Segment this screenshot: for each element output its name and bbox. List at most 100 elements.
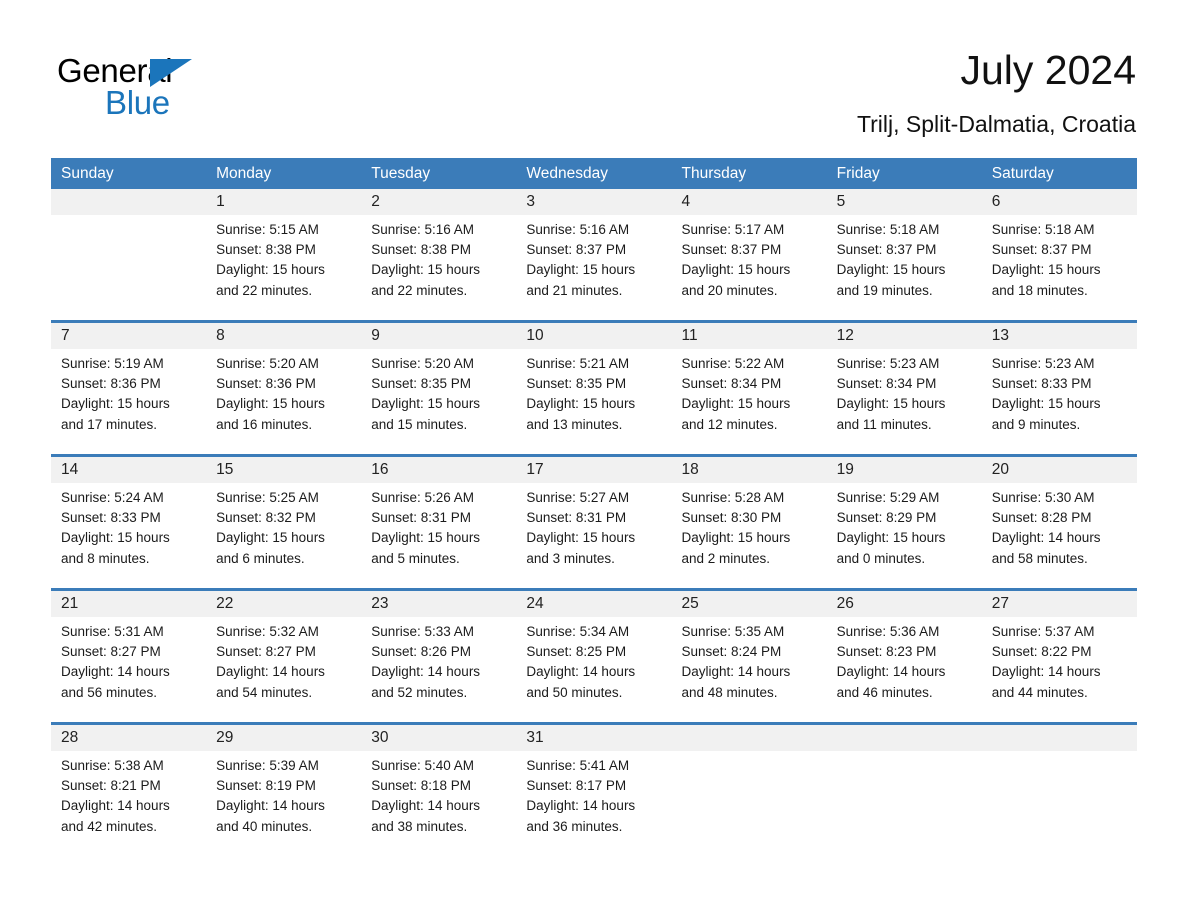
calendar-day-cell[interactable]: 19 Sunrise: 5:29 AM Sunset: 8:29 PM Dayligh…	[826, 457, 982, 588]
day-detail-daylight-l1: Daylight: 15 hours	[526, 396, 636, 412]
weekday-header-saturday: Saturday	[991, 165, 1054, 182]
day-detail-sunset: Sunset: 8:24 PM	[681, 644, 782, 660]
day-detail-sunset: Sunset: 8:37 PM	[526, 242, 627, 258]
calendar-day-cell[interactable]: 18 Sunrise: 5:28 AM Sunset: 8:30 PM Dayligh…	[671, 457, 827, 588]
day-detail-daylight-l2: and 58 minutes.	[991, 550, 1088, 566]
day-details: Sunrise: 5:18 AM Sunset: 8:37 PM Daylight:…	[982, 215, 1137, 301]
general-blue-logo: General Blue	[57, 53, 257, 125]
day-detail-daylight-l1: Daylight: 15 hours	[371, 262, 481, 278]
day-detail-daylight-l1: Daylight: 15 hours	[526, 262, 636, 278]
calendar-day-cell[interactable]: 17 Sunrise: 5:27 AM Sunset: 8:31 PM Dayligh…	[516, 457, 672, 588]
calendar-week-row: 7 Sunrise: 5:19 AM Sunset: 8:36 PM Daylight…	[51, 320, 1137, 454]
calendar-day-cell[interactable]: 29 Sunrise: 5:39 AM Sunset: 8:19 PM Dayligh…	[206, 725, 362, 856]
day-detail-daylight-l2: and 9 minutes.	[991, 416, 1081, 432]
day-detail-daylight-l2: and 13 minutes.	[526, 416, 623, 432]
calendar-day-cell[interactable]: 30 Sunrise: 5:40 AM Sunset: 8:18 PM Dayligh…	[361, 725, 517, 856]
day-detail-sunset: Sunset: 8:33 PM	[991, 376, 1092, 392]
day-detail-sunrise: Sunrise: 5:18 AM	[991, 222, 1095, 237]
calendar-page: General Blue July 2024 Trilj, Split-Dalm…	[0, 0, 1188, 918]
calendar-day-cell[interactable]: 26 Sunrise: 5:36 AM Sunset: 8:23 PM Dayligh…	[826, 591, 982, 722]
calendar-day-cell[interactable]: 24 Sunrise: 5:34 AM Sunset: 8:25 PM Dayligh…	[516, 591, 672, 722]
calendar-day-cell[interactable]: 8 Sunrise: 5:20 AM Sunset: 8:36 PM Daylight…	[206, 323, 362, 454]
day-detail-sunrise: Sunrise: 5:16 AM	[526, 222, 630, 237]
day-number: 6	[981, 189, 1137, 215]
day-detail-sunrise: Sunrise: 5:32 AM	[216, 624, 319, 639]
day-detail-daylight-l2: and 16 minutes.	[216, 416, 313, 432]
day-detail-sunrise: Sunrise: 5:17 AM	[681, 222, 785, 237]
calendar-day-cell[interactable]: 10 Sunrise: 5:21 AM Sunset: 8:35 PM Dayligh…	[516, 323, 672, 454]
day-details: Sunrise: 5:30 AM Sunset: 8:28 PM Daylight:…	[982, 483, 1137, 569]
calendar-day-cell[interactable]: 25 Sunrise: 5:35 AM Sunset: 8:24 PM Dayligh…	[671, 591, 827, 722]
calendar-day-cell[interactable]: 7 Sunrise: 5:19 AM Sunset: 8:36 PM Daylight…	[51, 323, 207, 454]
day-detail-sunset: Sunset: 8:33 PM	[61, 510, 161, 526]
calendar-day-cell[interactable]: 16 Sunrise: 5:26 AM Sunset: 8:31 PM Dayligh…	[361, 457, 517, 588]
calendar-day-cell[interactable]: 14 Sunrise: 5:24 AM Sunset: 8:33 PM Dayligh…	[51, 457, 207, 588]
day-detail-sunrise: Sunrise: 5:33 AM	[371, 624, 475, 639]
day-details: Sunrise: 5:16 AM Sunset: 8:37 PM Daylight:…	[516, 215, 671, 301]
day-detail-daylight-l2: and 2 minutes.	[681, 550, 771, 566]
day-detail-daylight-l1: Daylight: 15 hours	[216, 396, 325, 412]
calendar-day-cell[interactable]: 11 Sunrise: 5:22 AM Sunset: 8:34 PM Dayligh…	[671, 323, 827, 454]
day-detail-sunset: Sunset: 8:23 PM	[836, 644, 937, 660]
day-number: 8	[206, 323, 362, 349]
day-details: Sunrise: 5:35 AM Sunset: 8:24 PM Daylight:…	[672, 617, 827, 703]
day-number: 4	[671, 189, 827, 215]
calendar-day-cell[interactable]: 1 Sunrise: 5:15 AM Sunset: 8:38 PM Daylight…	[206, 189, 362, 320]
calendar-day-cell[interactable]: 21 Sunrise: 5:31 AM Sunset: 8:27 PM Dayligh…	[51, 591, 207, 722]
logo-text-blue: Blue	[105, 84, 170, 121]
calendar-day-cell[interactable]: 28 Sunrise: 5:38 AM Sunset: 8:21 PM Dayligh…	[51, 725, 207, 856]
day-detail-daylight-l1: Daylight: 15 hours	[526, 530, 636, 546]
day-details: Sunrise: 5:23 AM Sunset: 8:34 PM Daylight:…	[827, 349, 982, 435]
calendar-day-cell-empty	[826, 725, 982, 856]
day-number: 26	[826, 591, 982, 617]
day-number: 21	[51, 591, 207, 617]
calendar-day-cell[interactable]: 27 Sunrise: 5:37 AM Sunset: 8:22 PM Dayligh…	[981, 591, 1137, 722]
calendar-day-cell[interactable]: 31 Sunrise: 5:41 AM Sunset: 8:17 PM Dayligh…	[516, 725, 672, 856]
day-details: Sunrise: 5:21 AM Sunset: 8:35 PM Daylight:…	[516, 349, 671, 435]
day-details: Sunrise: 5:39 AM Sunset: 8:19 PM Daylight:…	[206, 751, 361, 837]
calendar-week-cells: 1 Sunrise: 5:15 AM Sunset: 8:38 PM Daylight…	[51, 189, 1137, 320]
calendar-day-cell[interactable]: 15 Sunrise: 5:25 AM Sunset: 8:32 PM Dayligh…	[206, 457, 362, 588]
calendar-day-cell[interactable]: 2 Sunrise: 5:16 AM Sunset: 8:38 PM Daylight…	[361, 189, 517, 320]
day-detail-daylight-l2: and 48 minutes.	[681, 684, 778, 700]
day-detail-sunrise: Sunrise: 5:16 AM	[371, 222, 475, 237]
day-detail-daylight-l1: Daylight: 15 hours	[836, 262, 946, 278]
calendar-day-cell[interactable]: 5 Sunrise: 5:18 AM Sunset: 8:37 PM Daylight…	[826, 189, 982, 320]
day-detail-daylight-l2: and 6 minutes.	[216, 550, 305, 566]
day-detail-daylight-l1: Daylight: 15 hours	[681, 396, 791, 412]
day-detail-daylight-l2: and 17 minutes.	[61, 416, 158, 432]
day-detail-daylight-l2: and 18 minutes.	[991, 282, 1088, 298]
calendar-day-cell[interactable]: 13 Sunrise: 5:23 AM Sunset: 8:33 PM Dayligh…	[981, 323, 1137, 454]
day-detail-daylight-l1: Daylight: 15 hours	[61, 530, 170, 546]
day-detail-sunrise: Sunrise: 5:37 AM	[991, 624, 1095, 639]
day-detail-sunset: Sunset: 8:32 PM	[216, 510, 316, 526]
day-detail-sunrise: Sunrise: 5:38 AM	[61, 758, 164, 773]
day-detail-sunrise: Sunrise: 5:39 AM	[216, 758, 319, 773]
day-detail-daylight-l1: Daylight: 14 hours	[371, 664, 481, 680]
calendar-day-cell[interactable]: 4 Sunrise: 5:17 AM Sunset: 8:37 PM Daylight…	[671, 189, 827, 320]
day-number	[671, 725, 827, 751]
day-details: Sunrise: 5:27 AM Sunset: 8:31 PM Daylight:…	[516, 483, 671, 569]
day-number: 25	[671, 591, 827, 617]
calendar-day-cell[interactable]: 6 Sunrise: 5:18 AM Sunset: 8:37 PM Daylight…	[981, 189, 1137, 320]
day-detail-sunset: Sunset: 8:28 PM	[991, 510, 1092, 526]
day-detail-sunrise: Sunrise: 5:40 AM	[371, 758, 475, 773]
calendar-week-cells: 7 Sunrise: 5:19 AM Sunset: 8:36 PM Daylight…	[51, 323, 1137, 454]
weekday-header-thursday: Thursday	[681, 165, 747, 182]
day-detail-daylight-l2: and 19 minutes.	[836, 282, 933, 298]
day-details: Sunrise: 5:33 AM Sunset: 8:26 PM Daylight:…	[361, 617, 516, 703]
calendar-day-cell[interactable]: 22 Sunrise: 5:32 AM Sunset: 8:27 PM Dayligh…	[206, 591, 362, 722]
day-detail-daylight-l1: Daylight: 14 hours	[836, 664, 946, 680]
calendar-day-cell[interactable]: 12 Sunrise: 5:23 AM Sunset: 8:34 PM Dayligh…	[826, 323, 982, 454]
calendar-day-cell[interactable]: 9 Sunrise: 5:20 AM Sunset: 8:35 PM Daylight…	[361, 323, 517, 454]
calendar-week-cells: 28 Sunrise: 5:38 AM Sunset: 8:21 PM Dayligh…	[51, 725, 1137, 856]
calendar-week-row: 21 Sunrise: 5:31 AM Sunset: 8:27 PM Dayligh…	[51, 588, 1137, 722]
calendar-day-cell[interactable]: 3 Sunrise: 5:16 AM Sunset: 8:37 PM Daylight…	[516, 189, 672, 320]
calendar-day-cell[interactable]: 20 Sunrise: 5:30 AM Sunset: 8:28 PM Dayligh…	[981, 457, 1137, 588]
day-details: Sunrise: 5:40 AM Sunset: 8:18 PM Daylight:…	[361, 751, 516, 837]
day-detail-sunrise: Sunrise: 5:19 AM	[61, 356, 164, 371]
calendar-day-cell[interactable]: 23 Sunrise: 5:33 AM Sunset: 8:26 PM Dayligh…	[361, 591, 517, 722]
weekday-header-wednesday: Wednesday	[526, 165, 608, 182]
day-number: 18	[671, 457, 827, 483]
day-detail-daylight-l1: Daylight: 15 hours	[216, 530, 325, 546]
